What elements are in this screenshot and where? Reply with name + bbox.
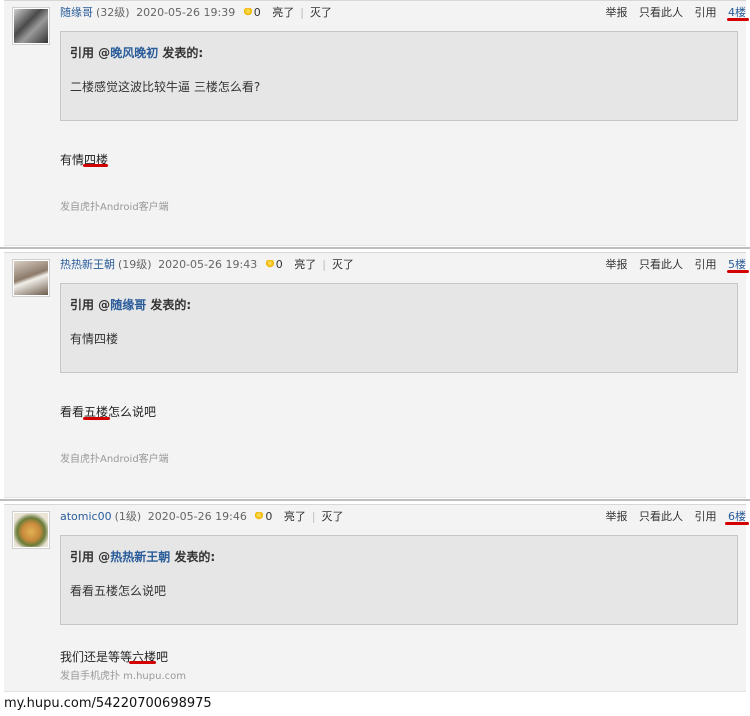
post-actions: 举报 只看此人 引用 5楼 — [598, 257, 747, 273]
quote-button[interactable]: 引用 — [695, 6, 717, 19]
post-divider — [0, 247, 750, 249]
dislike-button[interactable]: 灭了 — [332, 258, 354, 271]
user-level: (19级) — [118, 258, 152, 271]
quote-title: 引用 @热热新王朝 发表的: — [70, 550, 216, 564]
quote-body: 二楼感觉这波比较牛逼 三楼怎么看? — [70, 80, 261, 94]
light-count: 0 — [275, 258, 283, 271]
report-button[interactable]: 举报 — [606, 6, 628, 19]
dislike-button[interactable]: 灭了 — [310, 6, 332, 19]
red-annotation-line — [727, 18, 749, 21]
quote-block: 引用 @随缘哥 发表的: 有情四楼 — [60, 283, 738, 373]
quote-button[interactable]: 引用 — [695, 258, 717, 271]
post-source: 发自手机虎扑 m.hupu.com — [60, 671, 186, 682]
quote-body: 看看五楼怎么说吧 — [70, 584, 167, 598]
bulb-icon — [265, 260, 274, 269]
quoted-user-link[interactable]: 热热新王朝 — [110, 550, 170, 564]
post-time: 2020-05-26 19:39 — [136, 6, 236, 19]
username-link[interactable]: atomic00 — [60, 510, 112, 523]
bulb-icon — [255, 512, 264, 521]
quote-title: 引用 @晚风晚初 发表的: — [70, 46, 204, 60]
like-button[interactable]: 亮了 — [294, 258, 316, 271]
quote-block: 引用 @晚风晚初 发表的: 二楼感觉这波比较牛逼 三楼怎么看? — [60, 31, 738, 121]
dislike-button[interactable]: 灭了 — [322, 510, 344, 523]
quote-block: 引用 @热热新王朝 发表的: 看看五楼怎么说吧 — [60, 535, 738, 625]
quoted-user-link[interactable]: 随缘哥 — [110, 298, 146, 312]
red-annotation-line — [83, 164, 108, 167]
post-divider — [0, 499, 750, 501]
post-actions: 举报 只看此人 引用 4楼 — [598, 5, 747, 21]
report-button[interactable]: 举报 — [606, 510, 628, 523]
avatar[interactable] — [12, 511, 50, 549]
red-annotation-line — [727, 270, 749, 273]
bulb-icon — [243, 8, 252, 17]
post-source: 发自虎扑Android客户端 — [60, 202, 169, 213]
user-level: (32级) — [96, 6, 130, 19]
only-this-user-button[interactable]: 只看此人 — [639, 6, 683, 19]
red-annotation-line — [83, 417, 110, 420]
only-this-user-button[interactable]: 只看此人 — [639, 510, 683, 523]
quoted-user-link[interactable]: 晚风晚初 — [110, 46, 158, 60]
post-actions: 举报 只看此人 引用 6楼 — [598, 509, 747, 525]
avatar[interactable] — [12, 259, 50, 297]
like-button[interactable]: 亮了 — [272, 6, 294, 19]
post-time: 2020-05-26 19:46 — [147, 510, 247, 523]
light-count: 0 — [265, 510, 273, 523]
quote-body: 有情四楼 — [70, 332, 119, 346]
report-button[interactable]: 举报 — [606, 258, 628, 271]
red-annotation-line — [725, 522, 749, 525]
post-source: 发自虎扑Android客户端 — [60, 454, 169, 465]
red-annotation-line — [129, 661, 156, 664]
username-link[interactable]: 随缘哥 — [60, 6, 93, 19]
watermark-url: my.hupu.com/54220700698975 — [4, 696, 212, 711]
user-level: (1级) — [114, 510, 142, 523]
only-this-user-button[interactable]: 只看此人 — [639, 258, 683, 271]
avatar[interactable] — [12, 7, 50, 45]
like-button[interactable]: 亮了 — [284, 510, 306, 523]
quote-title: 引用 @随缘哥 发表的: — [70, 298, 192, 312]
light-count: 0 — [253, 6, 261, 19]
quote-button[interactable]: 引用 — [695, 510, 717, 523]
username-link[interactable]: 热热新王朝 — [60, 258, 115, 271]
post-time: 2020-05-26 19:43 — [158, 258, 258, 271]
